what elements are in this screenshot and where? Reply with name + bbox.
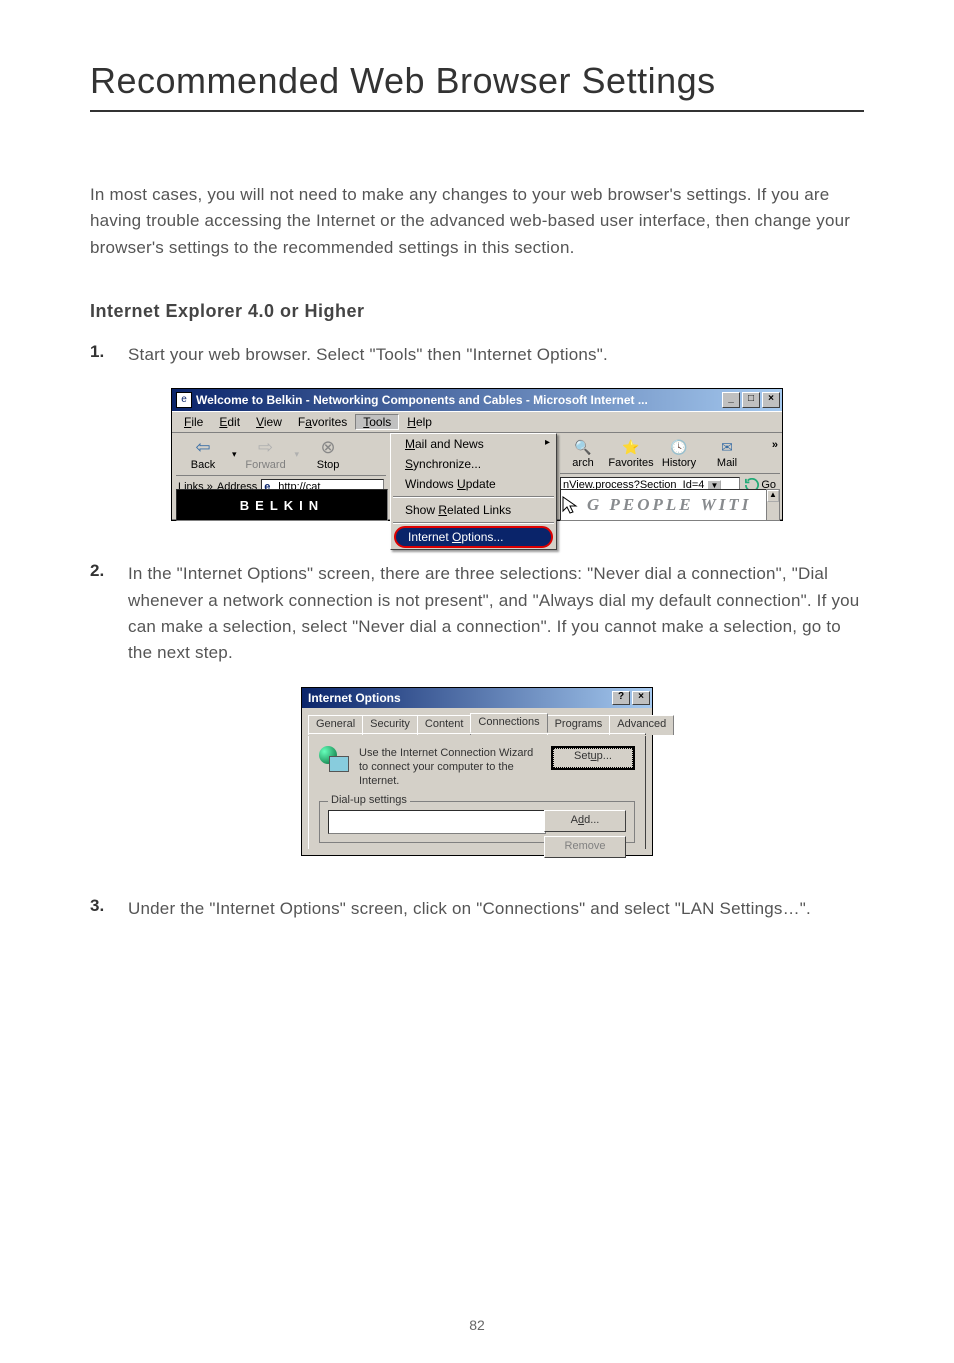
connection-wizard-icon — [319, 746, 349, 772]
section-subhead: Internet Explorer 4.0 or Higher — [90, 301, 864, 322]
favorites-button[interactable]: ⭐ Favorites — [608, 435, 654, 469]
belkin-logo-text: BELKIN — [240, 498, 324, 513]
ie-app-icon: e — [176, 392, 192, 408]
add-button[interactable]: Add... — [544, 810, 626, 832]
page-content: G PEOPLE WITI — [560, 489, 768, 521]
ie-titlebar: e Welcome to Belkin - Networking Compone… — [172, 389, 782, 411]
menu-mail-and-news[interactable]: Mail and News▸ — [391, 434, 556, 454]
menu-edit[interactable]: Edit — [211, 414, 248, 430]
favorites-icon: ⭐ — [608, 437, 654, 457]
tab-programs[interactable]: Programs — [547, 715, 611, 735]
ie-window-title: Welcome to Belkin - Networking Component… — [196, 393, 720, 407]
remove-button[interactable]: Remove — [544, 836, 626, 858]
close-button[interactable]: × — [632, 691, 650, 705]
history-icon: 🕓 — [656, 437, 702, 457]
step-3: 3. Under the "Internet Options" screen, … — [90, 896, 864, 922]
close-button[interactable]: × — [762, 392, 780, 408]
step-2: 2. In the "Internet Options" screen, the… — [90, 561, 864, 666]
page-title: Recommended Web Browser Settings — [90, 60, 864, 112]
options-title-text: Internet Options — [308, 691, 610, 705]
menu-show-related-links[interactable]: Show Related Links — [391, 500, 556, 520]
search-icon: 🔍 — [560, 437, 606, 457]
step-1-number: 1. — [90, 342, 128, 368]
menu-internet-options[interactable]: Internet Options... — [394, 526, 553, 548]
stop-button[interactable]: ⊗ Stop — [303, 437, 353, 471]
help-button[interactable]: ? — [612, 691, 630, 705]
menu-file[interactable]: File — [176, 414, 211, 430]
tab-security[interactable]: Security — [362, 715, 418, 735]
tab-advanced[interactable]: Advanced — [609, 715, 674, 735]
internet-options-window: Internet Options ? × General Security Co… — [301, 687, 653, 856]
wizard-description: Use the Internet Connection Wizard to co… — [359, 746, 541, 789]
menu-view[interactable]: View — [248, 414, 290, 430]
page-number: 82 — [0, 1317, 954, 1333]
step-2-text: In the "Internet Options" screen, there … — [128, 561, 864, 666]
submenu-arrow-icon: ▸ — [545, 437, 550, 448]
menu-separator — [393, 496, 554, 498]
back-arrow-icon: ⇦ — [178, 437, 228, 457]
step-1-text: Start your web browser. Select "Tools" t… — [128, 342, 608, 368]
menu-help[interactable]: Help — [399, 414, 440, 430]
intro-paragraph: In most cases, you will not need to make… — [90, 182, 864, 261]
tab-content[interactable]: Content — [417, 715, 472, 735]
step-3-text: Under the "Internet Options" screen, cli… — [128, 896, 811, 922]
scroll-up-icon[interactable]: ▲ — [767, 490, 779, 502]
options-titlebar: Internet Options ? × — [302, 688, 652, 708]
dialup-legend: Dial-up settings — [328, 794, 410, 806]
mail-button[interactable]: ✉ Mail — [704, 435, 750, 469]
tab-connections[interactable]: Connections — [470, 713, 547, 733]
menu-separator — [393, 522, 554, 524]
menu-favorites[interactable]: Favorites — [290, 414, 355, 430]
setup-button[interactable]: Setup... — [551, 746, 635, 770]
options-tabs: General Security Content Connections Pro… — [302, 708, 652, 734]
maximize-button[interactable]: □ — [742, 392, 760, 408]
forward-button[interactable]: ⇨ Forward — [241, 437, 291, 471]
stop-icon: ⊗ — [303, 437, 353, 457]
menu-synchronize[interactable]: Synchronize... — [391, 454, 556, 474]
dialup-settings-group: Dial-up settings Add... Remove — [319, 801, 635, 843]
menu-windows-update[interactable]: Windows Update — [391, 474, 556, 494]
history-button[interactable]: 🕓 History — [656, 435, 702, 469]
ie-window: e Welcome to Belkin - Networking Compone… — [171, 388, 783, 521]
menu-tools[interactable]: Tools — [355, 414, 399, 430]
cursor-icon — [561, 495, 581, 515]
step-2-number: 2. — [90, 561, 128, 666]
step-3-number: 3. — [90, 896, 128, 922]
dialup-list[interactable] — [328, 810, 546, 834]
toolbar-overflow[interactable]: » — [772, 439, 778, 451]
minimize-button[interactable]: _ — [722, 392, 740, 408]
belkin-banner: BELKIN — [176, 489, 388, 521]
connections-panel: Use the Internet Connection Wizard to co… — [308, 736, 646, 849]
mail-icon: ✉ — [704, 437, 750, 457]
screenshot-1-wrap: e Welcome to Belkin - Networking Compone… — [90, 388, 864, 521]
tab-general[interactable]: General — [308, 715, 363, 735]
forward-arrow-icon: ⇨ — [241, 437, 291, 457]
tools-dropdown: Mail and News▸ Synchronize... Windows Up… — [390, 433, 557, 550]
search-button[interactable]: 🔍 arch — [560, 435, 606, 469]
back-button[interactable]: ⇦ Back — [178, 437, 228, 471]
screenshot-2-wrap: Internet Options ? × General Security Co… — [90, 687, 864, 856]
page-content-text: G PEOPLE WITI — [587, 495, 751, 515]
step-1: 1. Start your web browser. Select "Tools… — [90, 342, 864, 368]
ie-toolbar: ⇦ Back ▾ ⇨ Forward ▾ ⊗ Stop — [172, 433, 782, 520]
vertical-scrollbar[interactable]: ▲ — [766, 489, 780, 521]
